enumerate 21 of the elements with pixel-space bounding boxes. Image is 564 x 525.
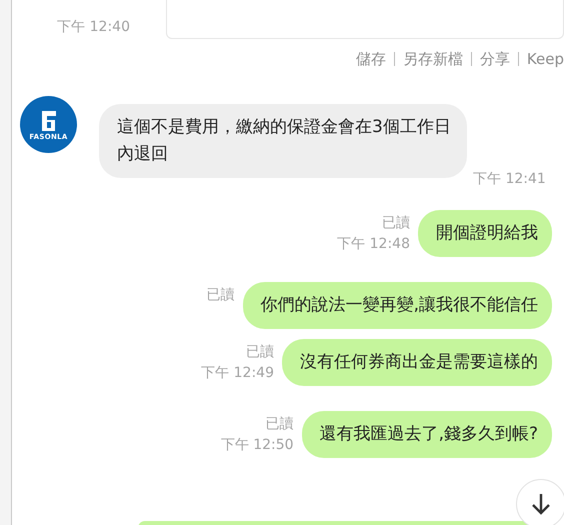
attachment-action-link[interactable]: Keep [526, 50, 564, 68]
message-bubble: 還有我匯過去了,錢多久到帳? [302, 411, 552, 458]
message-time: 下午 12:50 [220, 436, 294, 455]
message-time: 下午 12:49 [201, 364, 274, 383]
message-bubble: 開個證明給我 [418, 210, 552, 257]
message-bubble: 沒有任何券商出金是需要這樣的 [282, 339, 552, 386]
message-time: 下午 12:41 [473, 170, 546, 188]
logo-icon [40, 108, 58, 132]
message-bubble: 你們的說法一變再變,讓我很不能信任 [242, 282, 552, 329]
read-receipt: 已讀 [266, 415, 294, 434]
message-time: 下午 12:40 [56, 18, 130, 37]
attachment-action-link[interactable]: 分享 [480, 50, 510, 68]
arrow-down-icon [531, 493, 551, 515]
message-time: 下午 12:48 [337, 235, 410, 254]
read-receipt: 已讀 [206, 286, 235, 305]
read-receipt: 已讀 [382, 214, 410, 233]
attachment-action-link[interactable]: 儲存 [356, 50, 386, 68]
read-receipt: 已讀 [246, 343, 274, 362]
attachment-action-link[interactable]: 另存新檔 [402, 50, 463, 68]
message-bubble: 這個不是費用，繳納的保證金會在3個工作日內退回 [99, 104, 467, 178]
scroll-down-button[interactable] [516, 479, 564, 525]
